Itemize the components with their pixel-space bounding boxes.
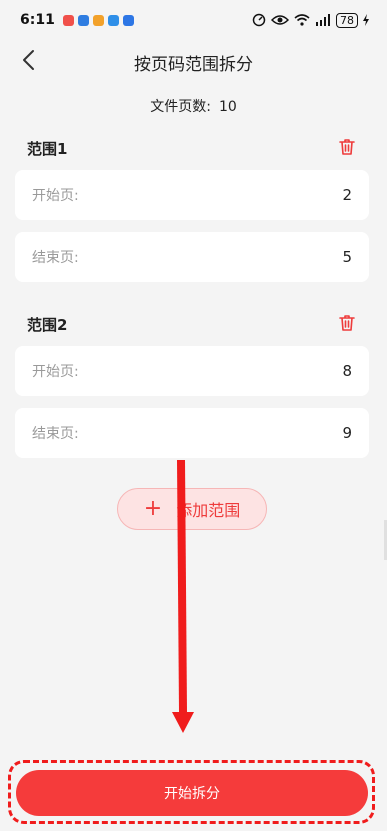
end-page-label: 结束页: [32,426,79,442]
file-page-count-label: 文件页数: [150,99,211,115]
delete-icon[interactable] [337,137,357,157]
delete-icon[interactable] [337,313,357,333]
start-split-label: 开始拆分 [164,786,220,802]
status-time: 6:11 [20,12,55,28]
signal-icon [316,14,330,26]
status-bar-right: 78 [252,12,369,28]
eye-icon [271,15,289,25]
plus-icon: + [143,496,163,521]
app-notification-icon [92,14,104,26]
status-bar: 6:11 78 [0,0,387,40]
page-title: 按页码范围拆分 [134,54,253,75]
start-page-label: 开始页: [32,188,79,204]
file-page-count-value: 10 [218,99,237,115]
start-page-label: 开始页: [32,364,79,380]
range-1-end-field[interactable]: 结束页: 5 [15,232,369,282]
wifi-icon [294,14,310,26]
battery-level: 78 [336,12,358,28]
charging-icon [363,14,369,26]
add-range-button[interactable]: + 添加范围 [117,488,267,530]
range-2-label: 范围2 [27,316,68,334]
status-bar-left: 6:11 [20,12,134,28]
range-1-start-field[interactable]: 开始页: 2 [15,170,369,220]
start-page-value[interactable]: 2 [342,186,352,204]
speed-icon [252,13,266,27]
add-range-label: 添加范围 [176,501,241,520]
end-page-value[interactable]: 5 [342,248,352,266]
file-page-count: 文件页数: 10 [0,96,387,116]
range-2-end-field[interactable]: 结束页: 9 [15,408,369,458]
back-icon[interactable] [18,48,42,72]
start-split-button[interactable]: 开始拆分 [16,770,368,816]
end-page-value[interactable]: 9 [342,424,352,442]
app-notification-icon [107,14,119,26]
app-notification-icon [122,14,134,26]
app-notification-icon [62,14,74,26]
start-page-value[interactable]: 8 [342,362,352,380]
range-2-start-field[interactable]: 开始页: 8 [15,346,369,396]
header: 按页码范围拆分 [0,40,387,84]
end-page-label: 结束页: [32,250,79,266]
app-notification-icon [77,14,89,26]
range-1-label: 范围1 [27,140,68,158]
